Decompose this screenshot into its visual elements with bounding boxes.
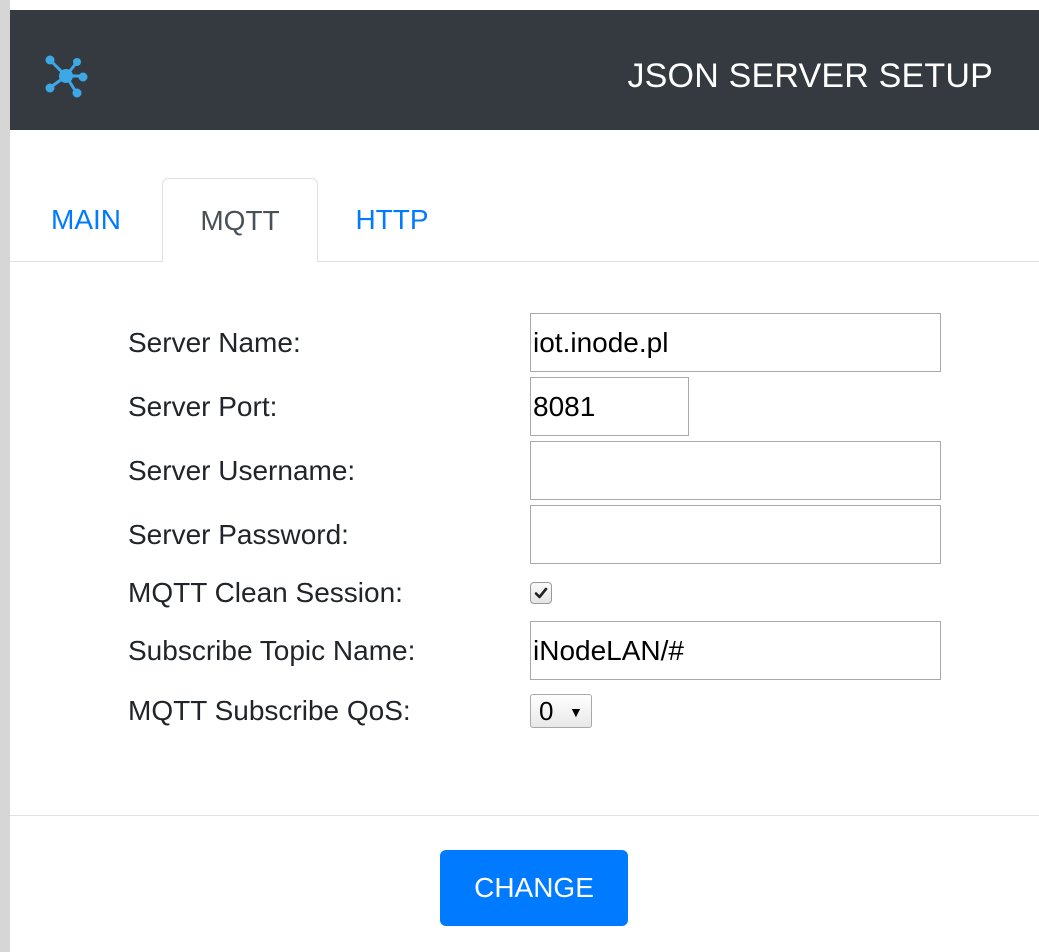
top-edge — [10, 0, 1039, 10]
server-password-input[interactable] — [530, 505, 941, 564]
caret-down-icon: ▼ — [569, 704, 583, 720]
tab-bar: MAIN MQTT HTTP — [10, 178, 1039, 262]
change-button[interactable]: CHANGE — [440, 850, 628, 926]
server-username-input[interactable] — [530, 441, 941, 500]
server-name-label: Server Name: — [128, 327, 301, 358]
form-footer-divider — [10, 815, 1039, 816]
server-name-input[interactable] — [530, 313, 941, 372]
server-port-input[interactable] — [530, 377, 689, 436]
settings-page: JSON SERVER SETUP MAIN MQTT HTTP Server … — [0, 0, 1039, 952]
server-port-label: Server Port: — [128, 391, 278, 422]
page-title: JSON SERVER SETUP — [627, 57, 993, 95]
server-username-label: Server Username: — [128, 455, 356, 486]
tab-mqtt[interactable]: MQTT — [162, 178, 318, 262]
subscribe-topic-label: Subscribe Topic Name: — [128, 635, 416, 666]
clean-session-checkbox[interactable] — [530, 582, 552, 604]
subscribe-qos-label: MQTT Subscribe QoS: — [128, 695, 411, 726]
server-password-label: Server Password: — [128, 519, 349, 550]
subscribe-qos-value: 0 — [539, 696, 554, 726]
top-navbar: JSON SERVER SETUP — [10, 10, 1039, 130]
network-hub-icon[interactable] — [42, 52, 90, 100]
checkmark-icon — [534, 587, 548, 599]
tab-http[interactable]: HTTP — [340, 178, 444, 262]
tab-main[interactable]: MAIN — [34, 178, 138, 262]
window-left-edge — [0, 0, 10, 952]
subscribe-qos-select[interactable]: 0 ▼ — [530, 694, 592, 728]
subscribe-topic-input[interactable] — [530, 621, 941, 680]
clean-session-label: MQTT Clean Session: — [128, 577, 403, 608]
